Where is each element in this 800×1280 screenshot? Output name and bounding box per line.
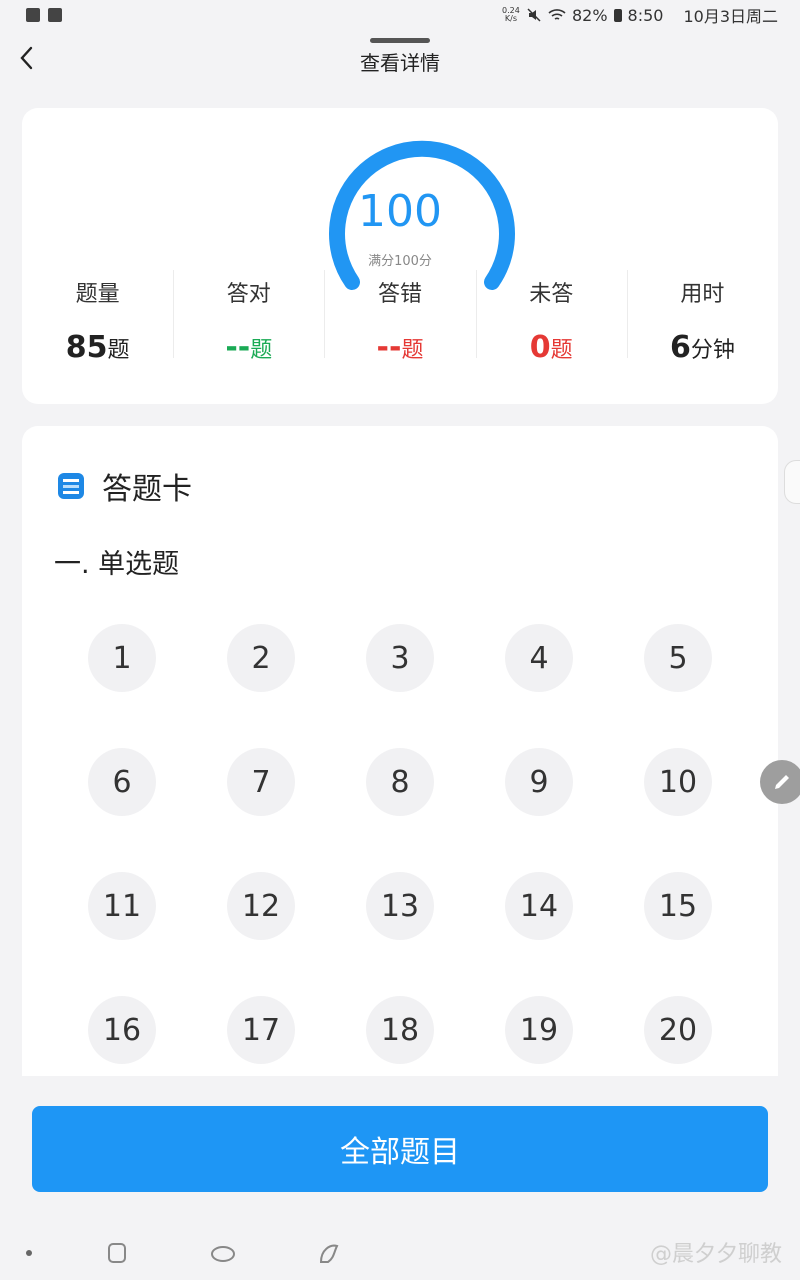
stat-label: 题量 [75,282,120,307]
answer-card: 答题卡 一. 单选题 1 2 3 4 5 6 7 8 9 10 11 12 13 14 15 16 17 18 19… [22,426,778,1076]
question-button[interactable]: 7 [227,748,295,816]
side-panel-tab[interactable] [784,460,800,504]
battery-icon [613,8,622,22]
question-button[interactable]: 15 [644,872,712,940]
question-button[interactable]: 2 [227,624,295,692]
watermark: @晨夕夕聊教 [649,1242,782,1267]
stat-total: 题量 85题 [22,268,173,368]
all-questions-button[interactable]: 全部题目 [32,1106,768,1192]
nav-dot-icon [26,1250,32,1256]
status-bar: 0.24 K/s 82% 8:50 10月3日周二 [0,0,800,30]
page-title: 查看详情 [360,50,440,75]
question-button[interactable]: 3 [366,624,434,692]
wifi-icon [548,9,566,20]
stat-unanswered: 未答 0题 [475,268,627,368]
question-button[interactable]: 16 [88,996,156,1064]
score-card: 100 满分100分 题量 85题 答对 --题 答错 --题 未答 0题 用时… [22,108,778,404]
stat-unit: 题 [250,338,273,363]
question-button[interactable]: 17 [227,996,295,1064]
stat-correct: 答对 --题 [173,268,324,368]
date: 10月3日周二 [683,7,778,26]
stat-wrong: 答错 --题 [324,268,475,368]
question-button[interactable]: 10 [644,748,712,816]
score-subtitle: 满分100分 [368,254,432,269]
navigation-bar: @晨夕夕聊教 [0,1220,800,1280]
question-button[interactable]: 19 [505,996,573,1064]
answer-card-title: 答题卡 [102,472,192,507]
stat-unit: 题 [107,338,130,363]
clock: 8:50 [627,5,664,25]
stat-unit: 题 [550,338,573,363]
back-arrow-icon[interactable] [16,44,40,72]
mute-icon [527,8,541,22]
answer-card-header: 答题卡 [54,464,192,508]
stat-label: 答对 [226,282,271,307]
stat-label: 用时 [680,282,725,307]
gallery-notification-icon [26,8,40,22]
question-button[interactable]: 5 [644,624,712,692]
question-button[interactable]: 6 [88,748,156,816]
section-title: 一. 单选题 [54,549,180,580]
question-button[interactable]: 9 [505,748,573,816]
net-speed: 0.24 K/s [502,6,520,23]
nav-app-icon-2[interactable] [210,1240,236,1266]
battery-percent: 82% [571,5,608,25]
stat-value: -- [376,330,402,365]
question-button[interactable]: 4 [505,624,573,692]
nav-app-icon-1[interactable] [104,1240,130,1266]
stats-row: 题量 85题 答对 --题 答错 --题 未答 0题 用时 6分钟 [22,268,778,368]
checklist-notification-icon [48,8,62,22]
question-grid: 1 2 3 4 5 6 7 8 9 10 11 12 13 14 15 16 17 18 19 20 [88,624,712,1064]
nav-app-icon-3[interactable] [316,1240,342,1266]
question-button[interactable]: 8 [366,748,434,816]
question-button[interactable]: 20 [644,996,712,1064]
floating-pen-button[interactable] [760,760,800,804]
question-button[interactable]: 12 [227,872,295,940]
answer-sheet-icon [58,473,84,499]
question-button[interactable]: 11 [88,872,156,940]
question-button[interactable]: 14 [505,872,573,940]
drag-handle[interactable] [370,38,430,43]
score-value: 100 [358,186,442,237]
stat-value: 85 [65,330,108,365]
stat-unit: 分钟 [690,338,735,363]
pen-icon [775,775,789,789]
stat-label: 答错 [378,282,423,307]
stat-unit: 题 [401,338,424,363]
question-button[interactable]: 1 [88,624,156,692]
stat-time: 用时 6分钟 [626,268,778,368]
question-button[interactable]: 13 [366,872,434,940]
question-button[interactable]: 18 [366,996,434,1064]
stat-label: 未答 [529,282,574,307]
header: 查看详情 [0,30,800,86]
stat-value: -- [225,330,251,365]
stat-value: 0 [529,330,551,365]
stat-value: 6 [669,330,691,365]
